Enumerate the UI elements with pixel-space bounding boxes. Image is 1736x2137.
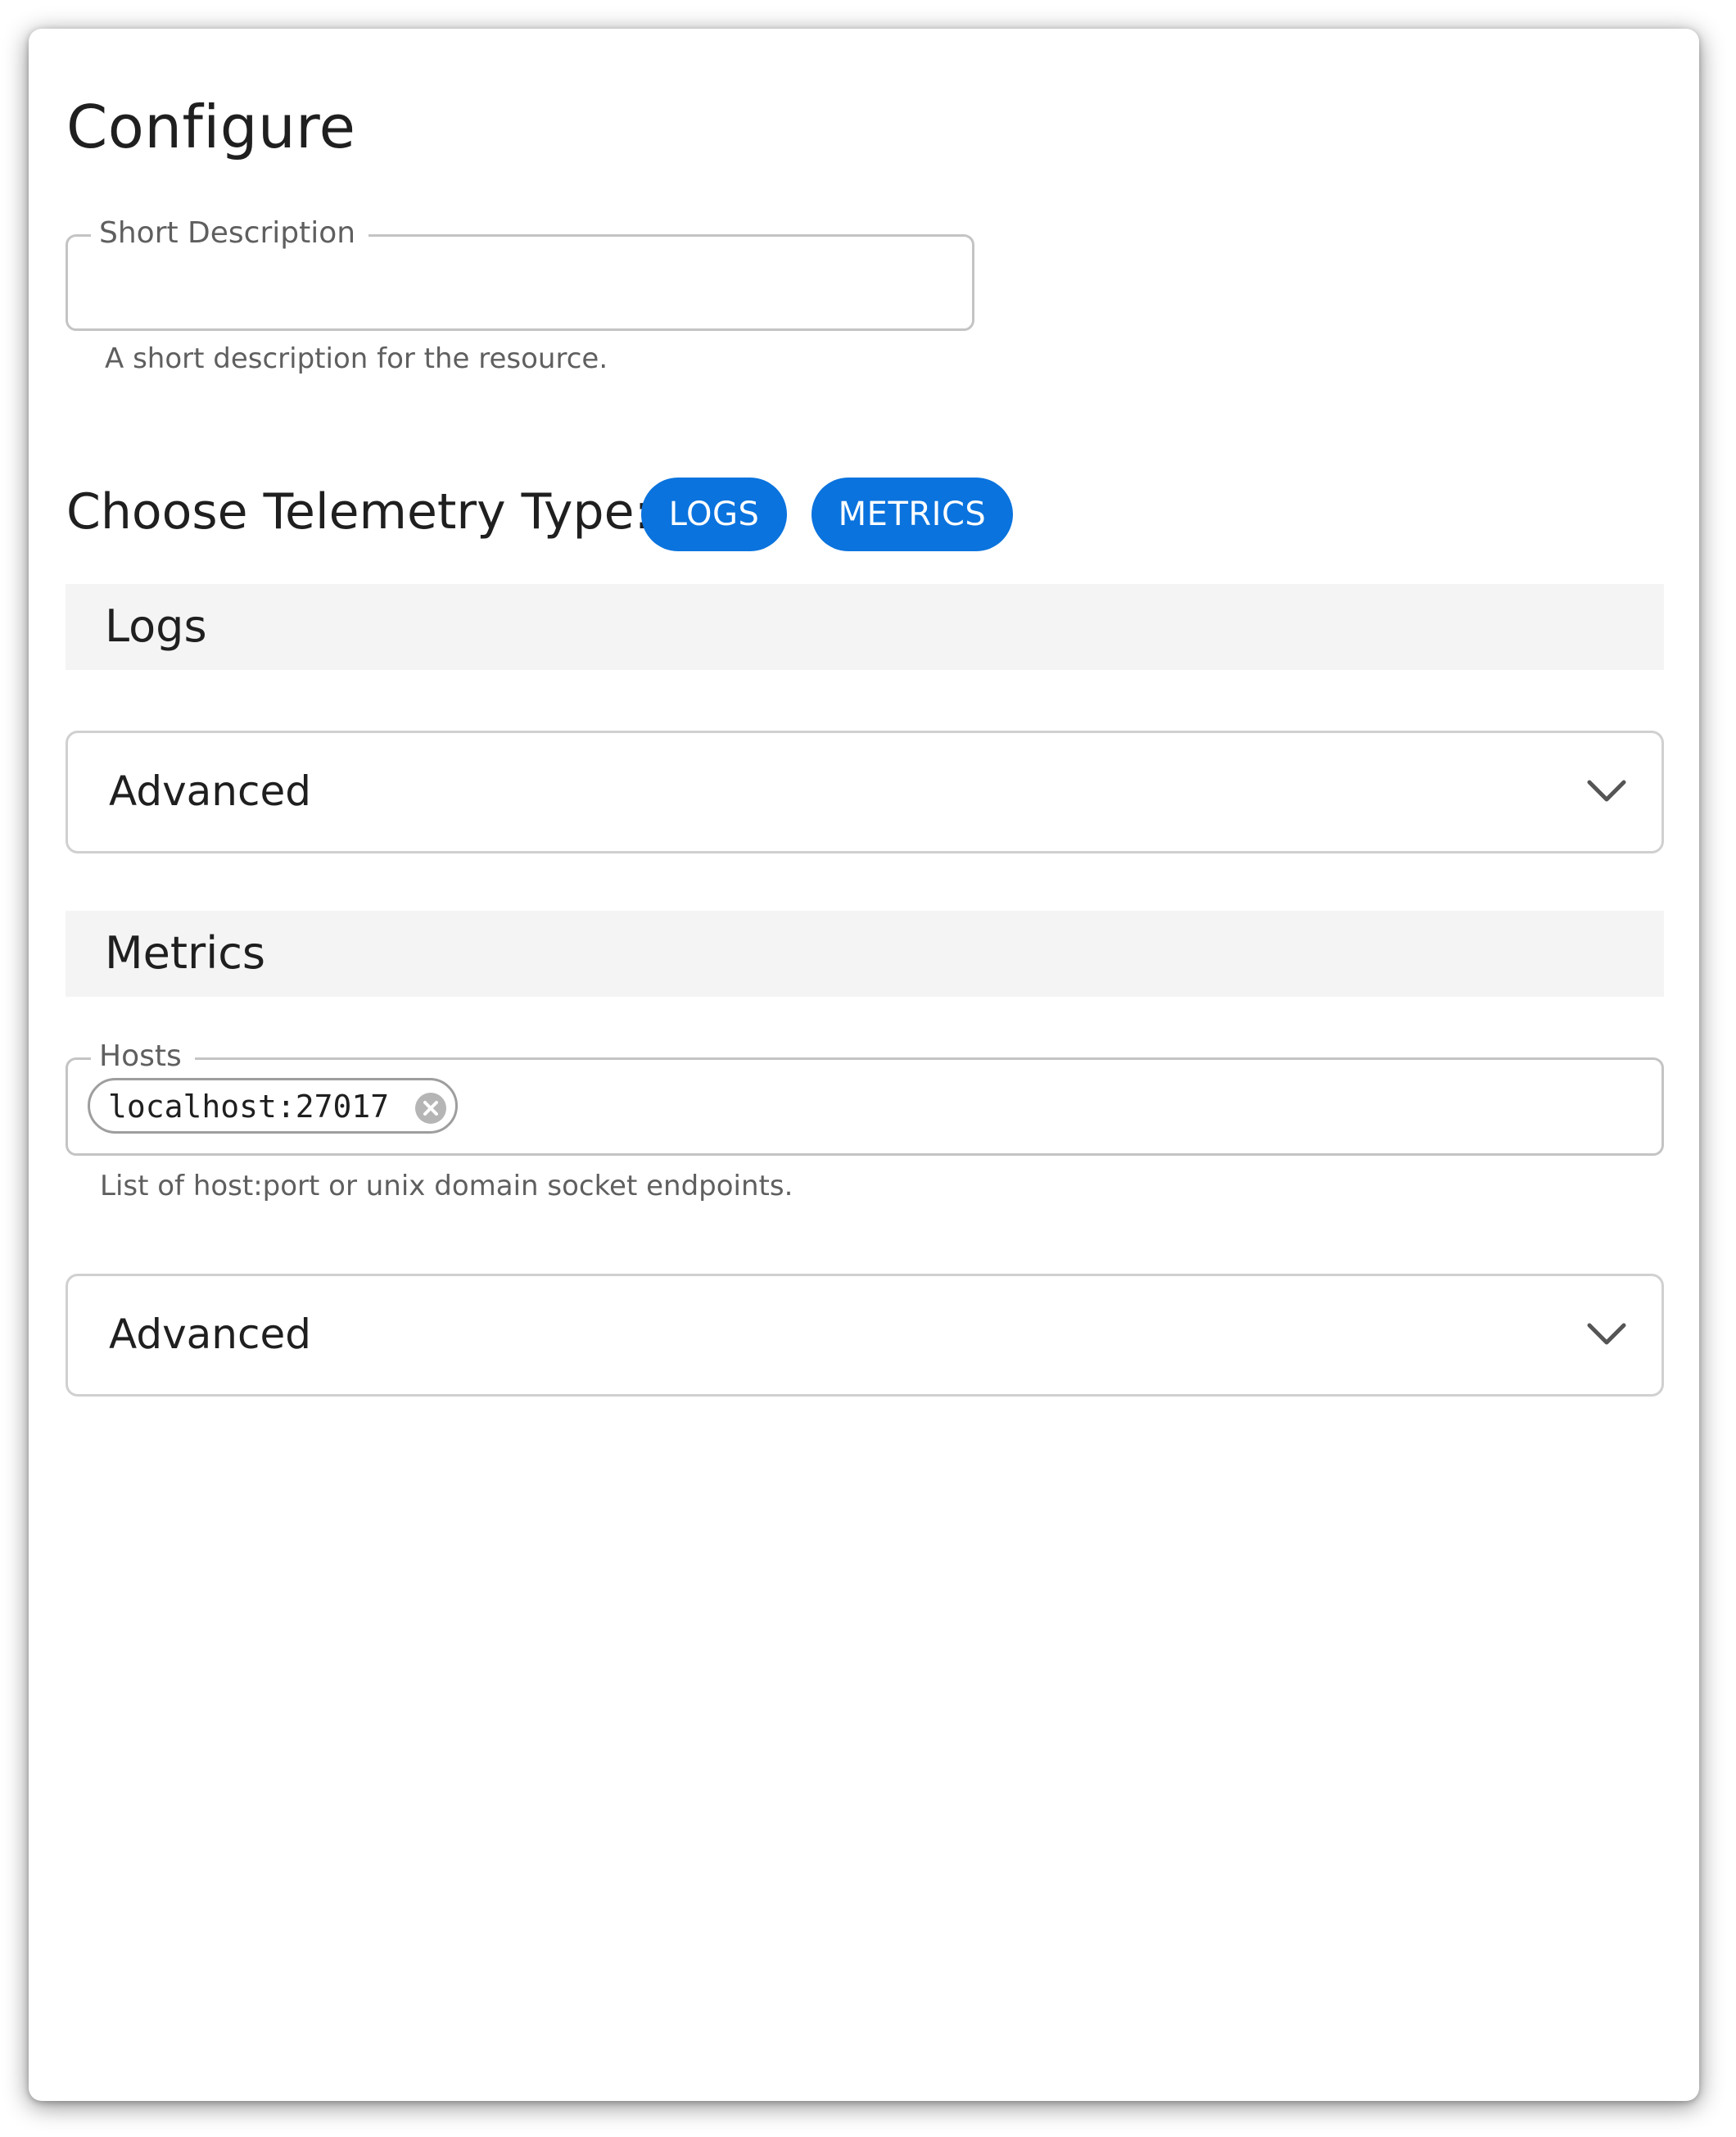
hosts-helper: List of host:port or unix domain socket … — [100, 1170, 793, 1202]
short-description-label: Short Description — [91, 215, 369, 251]
logs-advanced-accordion[interactable]: Advanced — [66, 731, 1664, 853]
logs-section-title: Logs — [105, 600, 207, 652]
hosts-label: Hosts — [91, 1039, 195, 1075]
telemetry-metrics-button[interactable]: METRICS — [811, 478, 1013, 551]
metrics-advanced-accordion[interactable]: Advanced — [66, 1274, 1664, 1397]
metrics-section-title: Metrics — [105, 927, 266, 979]
chevron-down-icon — [1587, 780, 1626, 802]
short-description-input[interactable] — [88, 260, 947, 306]
close-circle-icon[interactable] — [414, 1092, 447, 1125]
short-description-field[interactable]: Short Description — [66, 215, 974, 331]
configure-card: Configure Short Description A short desc… — [29, 29, 1699, 2101]
metrics-advanced-label: Advanced — [109, 1311, 311, 1358]
hosts-field[interactable]: Hosts localhost:27017 — [66, 1039, 1664, 1156]
logs-advanced-label: Advanced — [109, 767, 311, 815]
telemetry-logs-button[interactable]: LOGS — [641, 478, 787, 551]
metrics-section-header: Metrics — [66, 911, 1664, 997]
logs-section-header: Logs — [66, 584, 1664, 670]
host-chip[interactable]: localhost:27017 — [88, 1078, 458, 1134]
host-chip-label: localhost:27017 — [108, 1089, 390, 1125]
short-description-helper: A short description for the resource. — [105, 342, 608, 375]
chevron-down-icon — [1587, 1323, 1626, 1345]
page-title: Configure — [66, 93, 356, 161]
telemetry-type-label: Choose Telemetry Type: — [66, 483, 651, 541]
